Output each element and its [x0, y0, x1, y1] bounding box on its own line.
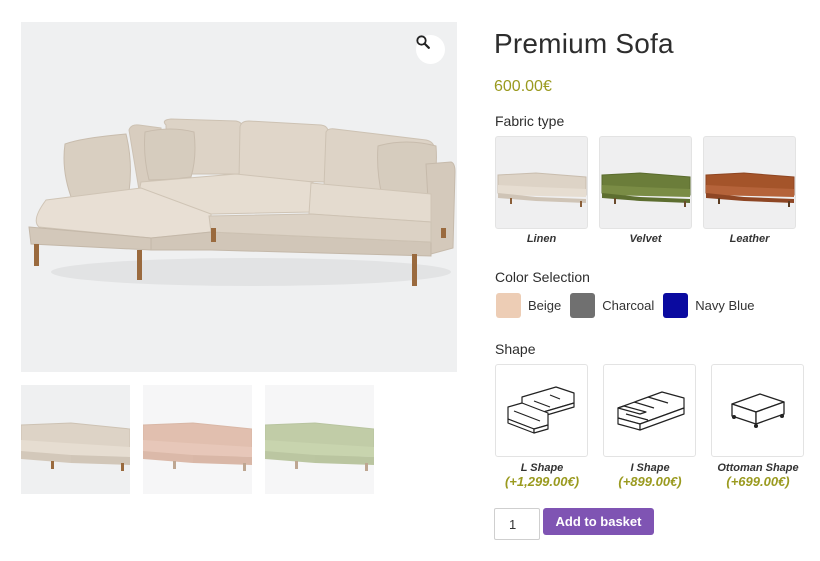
- color-option-beige[interactable]: Beige: [496, 293, 561, 318]
- ottoman-icon: [730, 392, 785, 428]
- sofa-thumbnail-image: [143, 422, 252, 471]
- shape-option-price: (+899.00€): [618, 474, 682, 489]
- color-swatch: [570, 293, 596, 318]
- shape-option-label: I Shape: [630, 462, 670, 474]
- linen-sofa-image: [497, 171, 587, 207]
- leather-sofa-image: [705, 171, 795, 207]
- shape-option-ottoman[interactable]: [711, 364, 804, 457]
- sofa-image: [28, 118, 456, 286]
- fabric-option-label: Leather: [729, 233, 770, 245]
- shape-option-label: L Shape: [520, 462, 564, 474]
- magnifier-icon: [416, 35, 430, 49]
- fabric-type-label: Fabric type: [495, 113, 565, 129]
- color-selection-label: Color Selection: [495, 269, 590, 285]
- shape-label: Shape: [495, 341, 536, 357]
- main-product-image[interactable]: [21, 22, 457, 372]
- product-price: 600.00€: [494, 78, 552, 95]
- shape-option-i-shape[interactable]: [603, 364, 696, 457]
- fabric-option-linen[interactable]: [495, 136, 588, 229]
- zoom-button[interactable]: [416, 35, 445, 64]
- gallery-thumbnails: [21, 385, 374, 494]
- color-option-navy-blue[interactable]: Navy Blue: [663, 293, 755, 318]
- color-swatch: [663, 293, 689, 318]
- thumbnail-blush[interactable]: [143, 385, 252, 494]
- shape-option-price: (+699.00€): [726, 474, 790, 489]
- i-shape-sofa-icon: [616, 390, 685, 431]
- sofa-thumbnail-image: [265, 422, 374, 471]
- fabric-option-label: Linen: [526, 233, 557, 245]
- fabric-options: Linen Velvet Leather: [495, 136, 796, 245]
- shape-option-l-shape[interactable]: [495, 364, 588, 457]
- shape-options: L Shape (+1,299.00€) I Shape (+899.00€): [495, 364, 808, 489]
- add-to-basket-button[interactable]: Add to basket: [543, 508, 654, 535]
- product-title: Premium Sofa: [494, 28, 674, 59]
- color-option-label: Beige: [528, 298, 562, 313]
- velvet-sofa-image: [601, 171, 691, 207]
- color-options: Beige Charcoal Navy Blue: [496, 293, 764, 318]
- thumbnail-linen[interactable]: [21, 385, 130, 494]
- color-swatch: [496, 293, 521, 318]
- shape-option-price: (+1,299.00€): [504, 474, 580, 489]
- quantity-input[interactable]: [494, 508, 540, 540]
- shape-option-label: Ottoman Shape: [717, 462, 799, 474]
- fabric-option-leather[interactable]: [703, 136, 796, 229]
- color-option-charcoal[interactable]: Charcoal: [570, 293, 654, 318]
- thumbnail-sage[interactable]: [265, 385, 374, 494]
- color-option-label: Navy Blue: [695, 298, 755, 313]
- sofa-thumbnail-image: [21, 422, 130, 471]
- fabric-option-label: Velvet: [629, 233, 662, 245]
- color-option-label: Charcoal: [602, 298, 655, 313]
- fabric-option-velvet[interactable]: [599, 136, 692, 229]
- l-shape-sofa-icon: [506, 385, 575, 434]
